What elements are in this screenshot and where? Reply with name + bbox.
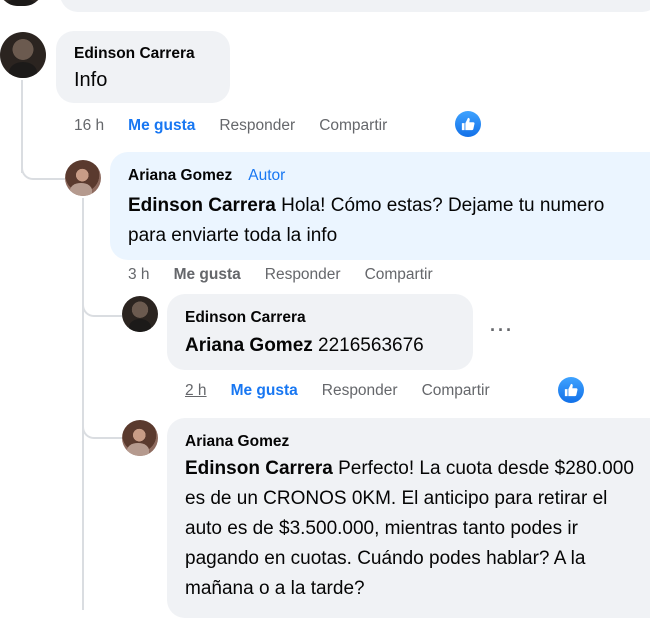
comment-actions: 3 h Me gusta Responder Compartir [128, 266, 457, 284]
avatar[interactable] [65, 160, 101, 196]
avatar[interactable] [0, 32, 46, 78]
comment-author: Ariana Gomez Autor [128, 166, 285, 186]
comment-bubble: Edinson Carrera Ariana Gomez 2216563676 [167, 294, 473, 370]
comment-text: Info [74, 69, 108, 91]
comment-text: Ariana Gomez 2216563676 [185, 331, 424, 361]
mention-link[interactable]: Ariana Gomez [185, 335, 313, 356]
mention-link[interactable]: Edinson Carrera [128, 195, 276, 216]
comment-author[interactable]: Ariana Gomez [185, 432, 289, 452]
comment-text: Edinson Carrera Hola! Cómo estas? Dejame… [128, 191, 628, 251]
thread-connector [82, 412, 124, 439]
comment-bubble: Ariana Gomez Autor Edinson Carrera Hola! … [110, 152, 650, 260]
comment-actions: 16 h Me gusta Responder Compartir [74, 117, 411, 135]
comment-bubble: Ariana Gomez Edinson Carrera Perfecto! L… [167, 418, 650, 618]
author-badge: Autor [248, 167, 286, 184]
reply-button[interactable]: Responder [219, 117, 295, 135]
avatar[interactable] [122, 420, 158, 456]
reply-button[interactable]: Responder [265, 266, 341, 284]
like-button[interactable]: Me gusta [128, 117, 195, 135]
comment-time[interactable]: 16 h [74, 117, 104, 135]
comment-text: Edinson Carrera Perfecto! La cuota desde… [185, 454, 647, 604]
share-button[interactable]: Compartir [422, 382, 490, 400]
more-options-icon[interactable]: ··· [490, 320, 514, 341]
reply-button[interactable]: Responder [322, 382, 398, 400]
like-button[interactable]: Me gusta [174, 266, 241, 284]
comment-bubble: Edinson Carrera Info [56, 31, 230, 103]
comment-time[interactable]: 3 h [128, 266, 150, 284]
thumbs-up-icon[interactable] [455, 111, 481, 137]
avatar[interactable] [122, 296, 158, 332]
comment-body: 2216563676 [312, 335, 424, 356]
comment-author[interactable]: Edinson Carrera [74, 44, 195, 64]
avatar[interactable] [0, 0, 44, 6]
comment-body: Perfecto! La cuota desde $280.000 es de … [185, 458, 634, 599]
previous-comment-bubble [60, 0, 650, 12]
share-button[interactable]: Compartir [319, 117, 387, 135]
comment-time[interactable]: 2 h [185, 382, 207, 400]
comment-actions: 2 h Me gusta Responder Compartir [185, 382, 514, 400]
comment-author-name[interactable]: Ariana Gomez [128, 167, 232, 184]
mention-link[interactable]: Edinson Carrera [185, 458, 333, 479]
comment-author[interactable]: Edinson Carrera [185, 308, 306, 328]
thread-connector [82, 290, 124, 317]
like-button[interactable]: Me gusta [231, 382, 298, 400]
thumbs-up-icon[interactable] [558, 377, 584, 403]
share-button[interactable]: Compartir [365, 266, 433, 284]
thread-connector [21, 150, 67, 180]
thread-line [82, 198, 84, 610]
